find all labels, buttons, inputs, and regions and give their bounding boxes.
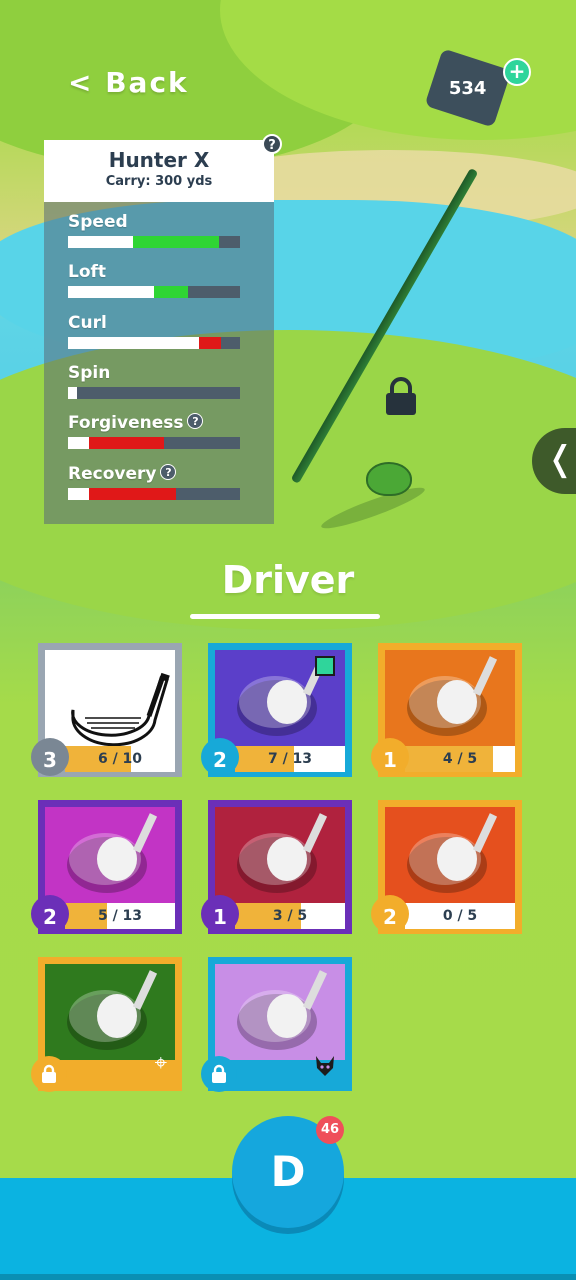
lock-icon xyxy=(201,1056,237,1092)
stat-label-text: Forgiveness xyxy=(68,413,184,433)
club-card-pink-driver[interactable]: 5 / 13 2 xyxy=(31,800,182,934)
stat-label-text: Recovery xyxy=(68,464,157,484)
lock-icon xyxy=(386,377,416,415)
lynx-icon xyxy=(313,1054,337,1078)
level-badge: 2 xyxy=(201,738,239,776)
stat-label-text: Spin xyxy=(68,363,111,383)
crosshair-icon: ⌖ xyxy=(154,1051,167,1076)
stat-bar xyxy=(68,437,240,449)
ticket-count: 534 xyxy=(449,77,487,99)
card-progress-text: 4 / 5 xyxy=(442,751,478,767)
stat-speed: Speed xyxy=(68,212,240,248)
stat-loft: Loft xyxy=(68,262,240,298)
stat-recovery: Recovery? xyxy=(68,464,240,500)
club-head-preview xyxy=(366,462,412,496)
club-card-green-driver[interactable]: ⌖ xyxy=(31,957,182,1092)
club-card-dark-driver[interactable]: 7 / 13 2 xyxy=(201,643,352,777)
card-progress: 6 / 10 xyxy=(65,746,175,772)
level-badge: 1 xyxy=(201,895,239,933)
stat-bar xyxy=(68,387,240,399)
stat-bar xyxy=(68,286,240,298)
stat-label: Forgiveness? xyxy=(68,413,240,433)
add-tickets-button[interactable]: + xyxy=(503,58,531,86)
club-card-purple-driver[interactable] xyxy=(201,957,352,1092)
stat-label-text: Loft xyxy=(68,262,107,282)
card-progress: 3 / 5 xyxy=(235,903,345,929)
stat-spin: Spin xyxy=(68,363,240,399)
club-name: Hunter X xyxy=(108,148,210,172)
club-image xyxy=(45,650,175,746)
help-icon[interactable]: ? xyxy=(187,413,204,429)
card-progress: 4 / 5 xyxy=(405,746,515,772)
help-icon[interactable]: ? xyxy=(160,464,177,480)
club-stats-panel: Hunter X Carry: 300 yds Speed Loft Curl Spi… xyxy=(44,140,274,524)
lock-icon xyxy=(31,1056,67,1092)
stat-label: Curl xyxy=(68,313,240,333)
club-card-gold-driver[interactable]: 4 / 5 1 xyxy=(371,643,522,777)
card-progress-text: 6 / 10 xyxy=(97,751,143,767)
stat-bar xyxy=(68,337,240,349)
section-title: Driver xyxy=(221,558,355,602)
stat-label: Speed xyxy=(68,212,240,232)
stat-curl: Curl xyxy=(68,313,240,349)
club-stats-header: Hunter X Carry: 300 yds xyxy=(44,140,274,202)
club-image xyxy=(385,807,515,903)
club-carry: Carry: 300 yds xyxy=(105,174,213,189)
stat-label: Spin xyxy=(68,363,240,383)
card-progress-text: 5 / 13 xyxy=(97,908,143,924)
section-underline xyxy=(190,614,380,619)
club-image xyxy=(215,807,345,903)
level-badge: 1 xyxy=(371,738,409,776)
level-badge: 2 xyxy=(31,895,69,933)
club-card-hunter-x[interactable]: 6 / 10 3 xyxy=(31,643,182,777)
club-card-red-driver[interactable]: 3 / 5 1 xyxy=(201,800,352,934)
card-progress: 5 / 13 xyxy=(65,903,175,929)
club-image xyxy=(385,650,515,746)
club-image xyxy=(45,807,175,903)
stat-label-text: Speed xyxy=(68,212,128,232)
club-card-orange-driver[interactable]: 0 / 5 2 xyxy=(371,800,522,934)
stat-forgiveness: Forgiveness? xyxy=(68,413,240,449)
card-progress-text: 7 / 13 xyxy=(267,751,313,767)
level-badge: 2 xyxy=(371,895,409,933)
card-progress-text: 3 / 5 xyxy=(272,908,308,924)
card-progress-text: 0 / 5 xyxy=(442,908,478,924)
stat-label: Loft xyxy=(68,262,240,282)
club-image xyxy=(45,964,175,1060)
club-image xyxy=(215,964,345,1060)
stat-bar xyxy=(68,236,240,248)
stat-label: Recovery? xyxy=(68,464,240,484)
level-badge: 3 xyxy=(31,738,69,776)
club-help-icon[interactable]: ? xyxy=(262,134,282,154)
stat-bar xyxy=(68,488,240,500)
new-flag xyxy=(315,656,335,676)
card-progress: 0 / 5 xyxy=(405,903,515,929)
back-button[interactable]: < Back xyxy=(68,66,189,99)
notification-badge: 46 xyxy=(316,1116,344,1144)
stat-label-text: Curl xyxy=(68,313,107,333)
card-progress: 7 / 13 xyxy=(235,746,345,772)
